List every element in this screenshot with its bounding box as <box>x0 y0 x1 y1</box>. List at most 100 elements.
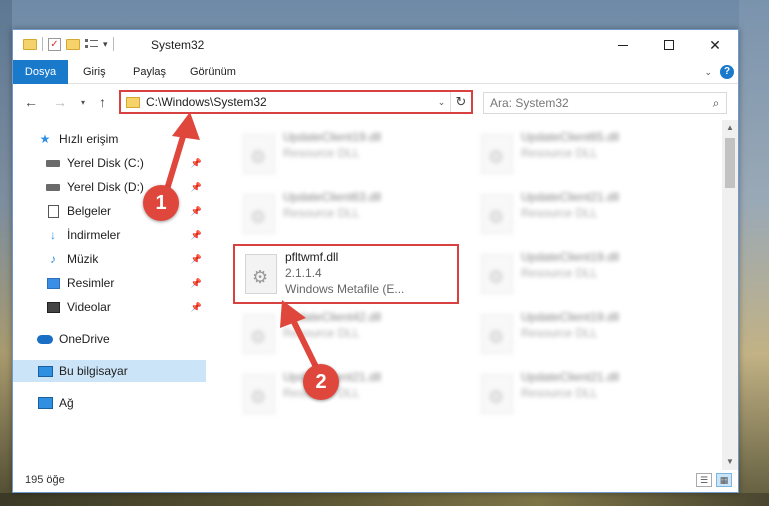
pin-icon[interactable]: 📌 <box>191 158 202 169</box>
file-list: ⚙ UpdateClient19.dll Resource DLL ⚙ Upda… <box>209 120 721 470</box>
file-type: Resource DLL <box>521 386 598 400</box>
file-item[interactable]: ⚙ UpdateClient42.dll Resource DLL <box>233 306 453 362</box>
file-type: Resource DLL <box>283 146 360 160</box>
file-item[interactable]: ⚙ UpdateClient19.dll Resource DLL <box>233 126 453 182</box>
up-arrow-icon[interactable]: ↑ <box>99 94 106 110</box>
file-item[interactable]: ⚙ UpdateClient19.dll Resource DLL <box>471 246 691 302</box>
address-path[interactable]: C:\Windows\System32 <box>146 95 433 109</box>
window-controls: ✕ <box>600 30 738 60</box>
sidebar-item-this-pc[interactable]: Bu bilgisayar <box>13 360 206 382</box>
sidebar-item-label: İndirmeler <box>67 228 121 242</box>
folder-icon[interactable] <box>23 38 37 50</box>
pin-icon[interactable]: 📌 <box>191 254 202 265</box>
sidebar-item-label: Yerel Disk (D:) <box>67 180 144 194</box>
pin-icon[interactable]: 📌 <box>191 302 202 313</box>
properties-check-icon[interactable]: ✓ <box>48 37 61 51</box>
network-icon <box>37 396 53 410</box>
drive-icon <box>45 180 61 194</box>
desktop-background-bottom <box>0 493 769 506</box>
file-item[interactable]: ⚙ UpdateClient63.dll Resource DLL <box>233 186 453 242</box>
file-item[interactable]: ⚙ UpdateClient19.dll Resource DLL <box>471 306 691 362</box>
sidebar-item-label: OneDrive <box>59 332 110 346</box>
close-icon: ✕ <box>709 36 721 53</box>
sidebar-item-pictures[interactable]: Resimler 📌 <box>13 272 206 294</box>
dll-file-icon: ⚙ <box>243 194 275 234</box>
file-item[interactable]: ⚙ UpdateClient21.dll Resource DLL <box>471 366 691 422</box>
sidebar-item-label: Bu bilgisayar <box>59 364 128 378</box>
maximize-button[interactable] <box>646 30 692 60</box>
file-type: Resource DLL <box>283 206 360 220</box>
search-icon[interactable]: ⌕ <box>706 96 726 111</box>
search-box[interactable]: Ara: System32 ⌕ <box>483 92 727 114</box>
sidebar-item-music[interactable]: ♪ Müzik 📌 <box>13 248 206 270</box>
minimize-button[interactable] <box>600 30 646 60</box>
back-arrow-icon[interactable]: ← <box>24 94 38 110</box>
tiles-view-icon[interactable]: ▦ <box>716 473 732 487</box>
navigation-bar: ← → ▾ ↑ C:\Windows\System32 ⌄ ↻ Ara: Sys… <box>13 85 738 119</box>
pin-icon[interactable]: 📌 <box>191 278 202 289</box>
file-item[interactable]: ⚙ UpdateClient65.dll Resource DLL <box>471 126 691 182</box>
desktop-background-right <box>739 0 769 506</box>
file-name: UpdateClient63.dll <box>283 190 382 204</box>
scroll-thumb[interactable] <box>725 138 735 188</box>
folder-icon <box>126 96 140 108</box>
dll-file-icon: ⚙ <box>481 194 513 234</box>
scroll-down-icon[interactable]: ▼ <box>722 454 738 470</box>
status-bar: 195 öğe ☰ ▦ <box>13 470 738 492</box>
file-name: UpdateClient42.dll <box>283 310 382 324</box>
search-input[interactable]: Ara: System32 <box>490 96 706 110</box>
sidebar-item-quick-access[interactable]: ★ Hızlı erişim <box>13 128 206 150</box>
sidebar-item-videos[interactable]: Videolar 📌 <box>13 296 206 318</box>
pin-icon[interactable]: 📌 <box>191 230 202 241</box>
quick-access-toolbar: ✓ ▾ <box>23 37 114 51</box>
sidebar-item-label: Videolar <box>67 300 111 314</box>
pin-icon[interactable]: 📌 <box>191 206 202 217</box>
ribbon-right-controls: ⌄ ? <box>704 65 734 79</box>
tab-file[interactable]: Dosya <box>13 60 68 84</box>
sidebar-item-network[interactable]: Ağ <box>13 392 206 414</box>
tab-home[interactable]: Giriş <box>71 60 118 84</box>
file-name: UpdateClient19.dll <box>283 130 382 144</box>
dll-file-icon: ⚙ <box>481 254 513 294</box>
toolbar-separator <box>112 37 114 51</box>
sidebar-item-onedrive[interactable]: OneDrive <box>13 328 206 350</box>
drive-icon <box>45 156 61 170</box>
help-icon[interactable]: ? <box>720 65 734 79</box>
close-button[interactable]: ✕ <box>692 30 738 60</box>
vertical-scrollbar[interactable]: ▲ ▼ <box>722 120 738 470</box>
customize-icon[interactable] <box>85 38 98 50</box>
view-switcher: ☰ ▦ <box>696 473 732 487</box>
sidebar-item-label: Belgeler <box>67 204 112 218</box>
sidebar-item-label: Yerel Disk (C:) <box>67 156 144 170</box>
title-bar: ✓ ▾ System32 ✕ <box>13 30 738 60</box>
file-item-pfltwmf[interactable]: ⚙ pfltwmf.dll 2.1.1.4 Windows Metafile (… <box>233 244 459 304</box>
tab-view[interactable]: Görünüm <box>178 60 248 84</box>
address-bar[interactable]: C:\Windows\System32 ⌄ ↻ <box>119 90 473 114</box>
tab-share[interactable]: Paylaş <box>121 60 178 84</box>
scroll-up-icon[interactable]: ▲ <box>722 120 738 136</box>
file-type: Resource DLL <box>521 146 598 160</box>
address-dropdown-icon[interactable]: ⌄ <box>433 92 451 112</box>
recent-locations-icon[interactable]: ▾ <box>81 98 85 107</box>
file-name: UpdateClient19.dll <box>521 250 620 264</box>
pin-icon[interactable]: 📌 <box>191 182 202 193</box>
maximize-icon <box>664 40 674 50</box>
file-name: UpdateClient19.dll <box>521 310 620 324</box>
item-count: 195 öğe <box>25 474 65 486</box>
sidebar-item-downloads[interactable]: ↓ İndirmeler 📌 <box>13 224 206 246</box>
expand-ribbon-icon[interactable]: ⌄ <box>704 67 712 78</box>
navigation-pane: ★ Hızlı erişim Yerel Disk (C:) 📌 Yerel D… <box>13 120 206 470</box>
file-item[interactable]: ⚙ UpdateClient21.dll Resource DLL <box>471 186 691 242</box>
refresh-icon[interactable]: ↻ <box>451 94 471 110</box>
new-folder-icon[interactable] <box>66 38 80 50</box>
file-version: 2.1.1.4 <box>285 266 322 280</box>
details-view-icon[interactable]: ☰ <box>696 473 712 487</box>
annotation-marker-2: 2 <box>303 364 339 400</box>
chevron-down-icon[interactable]: ▾ <box>103 39 108 50</box>
sidebar-item-label: Hızlı erişim <box>59 132 119 146</box>
explorer-window: ✓ ▾ System32 ✕ Dosya Giriş Paylaş Görünü… <box>12 29 739 493</box>
desktop-background-left <box>0 0 12 506</box>
sidebar-item-local-disk-c[interactable]: Yerel Disk (C:) 📌 <box>13 152 206 174</box>
file-item[interactable]: ⚙ UpdateClient21.dll Resource DLL <box>233 366 453 422</box>
forward-arrow-icon[interactable]: → <box>53 94 67 110</box>
